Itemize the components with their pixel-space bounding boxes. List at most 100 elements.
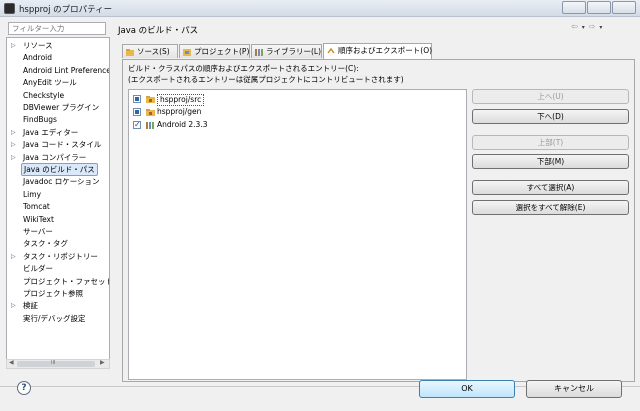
expand-arrow-icon[interactable]: ▷ <box>11 152 19 164</box>
project-icon <box>183 49 191 56</box>
move-top-button[interactable]: 上部(T) <box>472 135 629 150</box>
nav-item[interactable]: ▷ リソース <box>7 40 109 52</box>
nav-item-label: Javadoc ロケーション <box>23 177 100 187</box>
nav-item[interactable]: サーバー <box>7 226 109 238</box>
nav-item[interactable]: Tomcat <box>7 201 109 213</box>
maximize-button[interactable] <box>587 1 611 14</box>
nav-item-label: Limy <box>23 189 42 199</box>
nav-item-label: プロジェクト・ファセット <box>23 276 110 286</box>
move-up-button[interactable]: 上へ(U) <box>472 89 629 104</box>
order-description: ビルド・クラスパスの順序およびエクスポートされるエントリー(C): <box>128 64 359 73</box>
tab-label: 順序およびエクスポート(O) <box>338 46 433 55</box>
nav-item[interactable]: プロジェクト参照 <box>7 288 109 300</box>
tab-label: ライブラリー(L) <box>266 47 322 56</box>
order-entry-label: hspproj/src <box>157 94 205 106</box>
nav-item[interactable]: Limy <box>7 189 109 201</box>
nav-item-label: タスク・タグ <box>23 239 68 249</box>
nav-item[interactable]: FindBugs <box>7 114 109 126</box>
cancel-button[interactable]: キャンセル <box>526 380 622 398</box>
back-icon[interactable]: ⇦ <box>571 22 578 31</box>
nav-item-label: タスク・リポジトリー <box>23 251 98 261</box>
back-dropdown-icon[interactable]: ▾ <box>582 24 585 31</box>
nav-item[interactable]: DBViewer プラグイン <box>7 102 109 114</box>
ok-button[interactable]: OK <box>419 380 515 398</box>
nav-item[interactable]: タスク・タグ <box>7 238 109 250</box>
category-tree[interactable]: ▷ リソース Android Android Lint Preferences AnyE… <box>6 37 110 366</box>
tab-libraries[interactable]: ライブラリー(L) <box>251 44 322 58</box>
nav-item-label: AnyEdit ツール <box>23 78 77 88</box>
close-button[interactable] <box>612 1 636 14</box>
nav-item[interactable]: ビルダー <box>7 263 109 275</box>
tab-label: プロジェクト(P) <box>194 47 250 56</box>
help-icon[interactable]: ? <box>17 381 31 395</box>
nav-item[interactable]: プロジェクト・ファセット <box>7 276 109 288</box>
move-bottom-button[interactable]: 下部(M) <box>472 154 629 169</box>
nav-item[interactable]: ▷ 検証 <box>7 300 109 312</box>
order-entry-list[interactable]: hspproj/srchspproj/gen Android 2.3.3 <box>128 89 467 380</box>
expand-arrow-icon[interactable]: ▷ <box>11 127 19 139</box>
dialog-body: ▷ リソース Android Android Lint Preferences AnyE… <box>0 17 640 411</box>
nav-item[interactable]: ▷ Java コード・スタイル <box>7 139 109 151</box>
horizontal-scrollbar[interactable]: ◀ III ▶ <box>6 359 110 369</box>
window-title: hspproj のプロパティー <box>19 5 113 15</box>
filter-input[interactable] <box>8 22 106 35</box>
expand-arrow-icon[interactable]: ▷ <box>11 251 19 263</box>
tab-source[interactable]: ソース(S) <box>122 44 178 58</box>
scroll-left-icon[interactable]: ◀ <box>9 359 14 366</box>
page-navigation: ⇦ ▾ ⇨ ▾ <box>571 22 602 31</box>
order-icon <box>327 47 335 54</box>
order-entry-label: Android 2.3.3 <box>157 120 208 129</box>
tab-label: ソース(S) <box>137 47 170 56</box>
nav-item-label: リソース <box>23 41 53 50</box>
nav-item-label: 検証 <box>23 301 38 311</box>
tab-order-export[interactable]: 順序およびエクスポート(O) <box>323 43 432 59</box>
window-controls <box>562 1 636 14</box>
tab-projects[interactable]: プロジェクト(P) <box>179 44 250 58</box>
nav-item-label: プロジェクト参照 <box>23 289 83 298</box>
nav-item[interactable]: Android Lint Preferences <box>7 65 109 77</box>
expand-arrow-icon[interactable]: ▷ <box>11 300 19 312</box>
title-bar: hspproj のプロパティー <box>0 0 640 17</box>
nav-item-label: Java のビルド・パス <box>21 163 98 176</box>
nav-item-label: Java エディター <box>23 127 79 137</box>
nav-item-label: Android Lint Preferences <box>23 65 110 75</box>
nav-item[interactable]: ▷ タスク・リポジトリー <box>7 251 109 263</box>
expand-arrow-icon[interactable]: ▷ <box>11 139 19 151</box>
forward-dropdown-icon[interactable]: ▾ <box>599 24 602 31</box>
expand-arrow-icon[interactable]: ▷ <box>11 40 19 52</box>
source-folder-icon <box>146 109 155 116</box>
library-icon <box>255 49 263 56</box>
export-checkbox[interactable] <box>133 95 141 103</box>
nav-item-label: ビルダー <box>23 264 53 274</box>
nav-item[interactable]: WikiText <box>7 214 109 226</box>
deselect-all-button[interactable]: 選択をすべて解除(E) <box>472 200 629 215</box>
nav-item[interactable]: Java のビルド・パス <box>7 163 109 176</box>
nav-item[interactable]: 実行/デバッグ設定 <box>7 313 109 325</box>
scroll-right-icon[interactable]: ▶ <box>100 359 105 366</box>
nav-item-label: Java コード・スタイル <box>23 140 102 150</box>
order-subdescription: (エクスポートされるエントリーは従属プロジェクトにコントリビュートされます) <box>128 75 404 84</box>
nav-item-label: DBViewer プラグイン <box>23 103 100 112</box>
nav-item[interactable]: Javadoc ロケーション <box>7 176 109 188</box>
nav-item-label: FindBugs <box>23 115 57 125</box>
nav-item[interactable]: Android <box>7 52 109 64</box>
select-all-button[interactable]: すべて選択(A) <box>472 180 629 195</box>
scroll-grip: III <box>51 360 56 366</box>
nav-item-label: サーバー <box>23 227 53 236</box>
source-folder-icon <box>146 96 155 103</box>
order-entry-label: hspproj/gen <box>157 107 202 116</box>
forward-icon[interactable]: ⇨ <box>589 22 596 31</box>
folder-icon <box>126 49 134 56</box>
export-checkbox[interactable] <box>133 119 141 131</box>
move-down-button[interactable]: 下へ(D) <box>472 109 629 124</box>
nav-item[interactable]: Checkstyle <box>7 90 109 102</box>
export-checkbox[interactable] <box>133 108 141 116</box>
nav-item[interactable]: ▷ Java エディター <box>7 127 109 139</box>
scroll-thumb[interactable] <box>17 361 95 367</box>
minimize-button[interactable] <box>562 1 586 14</box>
library-icon <box>146 122 154 129</box>
order-export-panel: ビルド・クラスパスの順序およびエクスポートされるエントリー(C): (エクスポー… <box>122 59 635 382</box>
nav-item[interactable]: AnyEdit ツール <box>7 77 109 89</box>
nav-item-label: Android <box>23 53 52 63</box>
nav-item[interactable]: ▷ Java コンパイラー <box>7 152 109 164</box>
